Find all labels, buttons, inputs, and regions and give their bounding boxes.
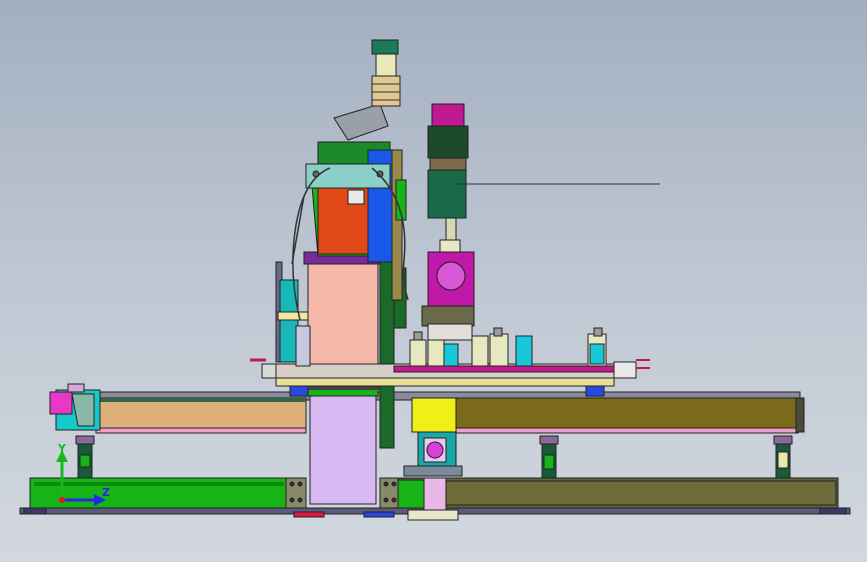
triad-y-label: Y: [57, 442, 67, 455]
coupling-block: [423, 477, 447, 513]
base-frame: [19, 477, 851, 521]
triad-origin: [59, 497, 65, 503]
triad-z-label: Z: [102, 486, 110, 499]
spindle-motor-top: [431, 103, 465, 127]
gantry-beams: [49, 383, 805, 477]
gantry-beam-right: [445, 397, 799, 433]
machine-assembly-drawing: Y Z: [19, 39, 851, 521]
base-frame-right: [445, 480, 837, 506]
column-lower: [309, 395, 377, 505]
column-head-block: [317, 187, 377, 255]
carriage-block: [411, 397, 457, 433]
base-plate-left: [285, 477, 307, 509]
cad-viewport[interactable]: Y Z: [0, 0, 867, 562]
tool-head: [421, 103, 660, 341]
gantry-beam-left: [95, 397, 307, 433]
spindle-motor: [427, 169, 467, 219]
motor-cap: [371, 39, 399, 55]
